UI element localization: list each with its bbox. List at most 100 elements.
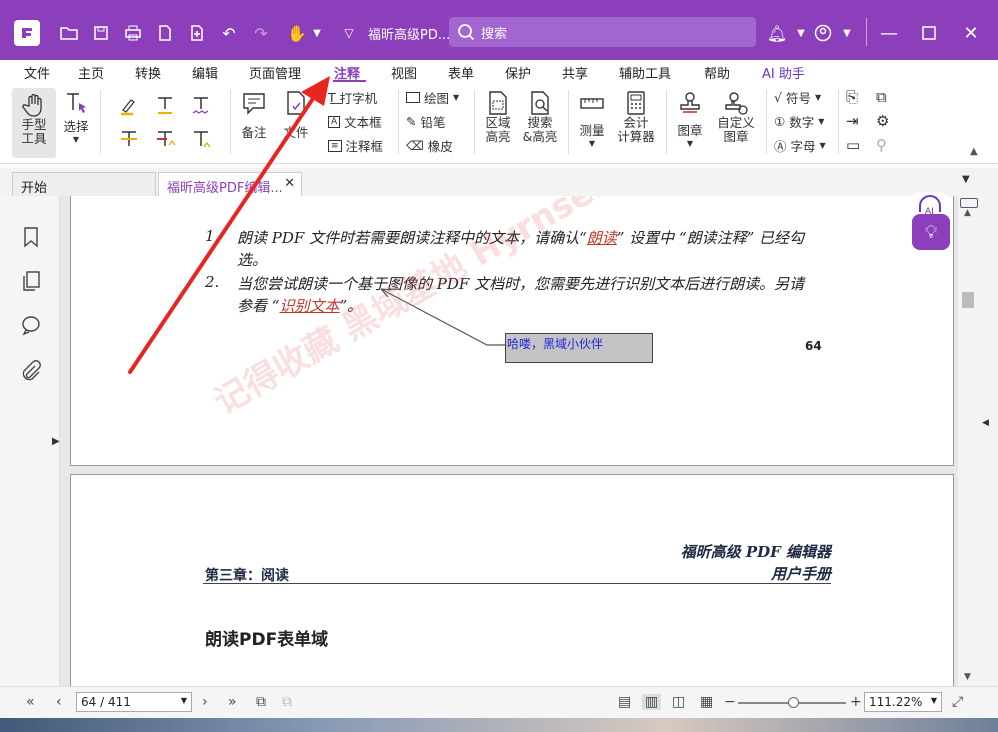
app-logo-icon: [14, 20, 40, 46]
search-highlight-button[interactable]: 搜索 &高亮: [520, 90, 560, 144]
chevron-down-icon: ▼: [686, 139, 694, 148]
menu-accessibility[interactable]: 辅助工具: [619, 63, 671, 82]
redo-icon[interactable]: ↷: [248, 20, 274, 46]
first-page-icon[interactable]: «: [26, 694, 35, 710]
desktop-background: [0, 718, 998, 732]
import-comments-icon[interactable]: ⇥: [846, 112, 859, 130]
zoom-in-icon[interactable]: +: [850, 694, 862, 710]
circled-letter-icon: Ⓐ: [774, 139, 787, 154]
calculator-button[interactable]: 会计 计算器: [614, 90, 658, 144]
chevron-down-icon[interactable]: ▼: [304, 20, 330, 46]
document-title: 福昕高级PD...: [368, 28, 451, 43]
two-page-icon[interactable]: ◫: [672, 694, 685, 710]
zoom-out-icon[interactable]: −: [724, 694, 736, 710]
separator: [766, 90, 767, 154]
menu-share[interactable]: 共享: [562, 63, 588, 82]
separator: [666, 90, 667, 154]
rectangle-icon: [406, 92, 420, 103]
bell-icon[interactable]: 🔔︎: [764, 20, 790, 46]
header-rule: [203, 583, 831, 584]
scroll-up-icon[interactable]: ▲: [964, 208, 971, 218]
show-comments-icon[interactable]: ▭: [846, 136, 860, 154]
custom-stamp-button[interactable]: 自定义 图章: [712, 90, 760, 144]
continuous-page-icon[interactable]: ▥: [642, 694, 662, 710]
separator: [100, 90, 101, 154]
export-comments-icon[interactable]: ⎘: [846, 88, 858, 106]
menu-form[interactable]: 表单: [448, 63, 474, 82]
select-button[interactable]: 选择 ▼: [60, 90, 92, 144]
minimize-icon[interactable]: —: [874, 18, 904, 48]
document-icon[interactable]: [152, 20, 178, 46]
title-bar: ↶ ↷ ✋ ▼ ▽ 福昕高级PD... 搜索 🔔︎ ▼ ▼ — ✕: [0, 0, 998, 60]
draw-button[interactable]: 绘图 ▼: [406, 88, 459, 107]
separator: [568, 90, 569, 154]
lightbulb-icon[interactable]: 💡︎: [912, 214, 950, 250]
menu-ai-assistant[interactable]: AI 助手: [762, 63, 805, 82]
tab-list-chevron-icon[interactable]: ▼: [962, 174, 970, 185]
menu-home[interactable]: 主页: [78, 63, 104, 82]
menu-protect[interactable]: 保护: [505, 63, 531, 82]
hand-tool-button[interactable]: 手型 工具: [12, 88, 56, 158]
two-page-continuous-icon[interactable]: ▦: [700, 694, 713, 710]
fullscreen-icon[interactable]: ⤢: [952, 694, 963, 710]
chevron-down-icon: ▼: [453, 93, 460, 102]
search-input[interactable]: 搜索: [449, 17, 756, 47]
new-document-icon[interactable]: [184, 20, 210, 46]
right-panel: AI 💡︎ ▲ ▼ ◀: [912, 192, 998, 686]
zoom-level-input[interactable]: 111.22% ▼: [864, 692, 942, 712]
page-number-input[interactable]: 64 / 411 ▼: [76, 692, 192, 712]
letter-button[interactable]: Ⓐ 字母 ▼: [774, 136, 826, 155]
panel-toggle-icon[interactable]: [960, 198, 978, 208]
attachment-icon[interactable]: [20, 360, 42, 382]
collapse-right-panel-icon[interactable]: ◀: [982, 418, 989, 428]
comment-settings-icon[interactable]: ⚙︎: [876, 112, 889, 130]
scrollbar-thumb[interactable]: [962, 292, 974, 308]
save-icon[interactable]: [88, 20, 114, 46]
next-page-icon[interactable]: ›: [202, 694, 208, 710]
pencil-button[interactable]: ✎ 铅笔: [406, 112, 446, 131]
undo-icon[interactable]: ↶: [216, 20, 242, 46]
close-icon[interactable]: ✕: [956, 18, 986, 48]
print-icon[interactable]: [120, 20, 146, 46]
maximize-icon[interactable]: [914, 18, 944, 48]
account-icon[interactable]: [810, 20, 836, 46]
summarize-comments-icon[interactable]: ⧉: [876, 88, 887, 106]
eraser-button[interactable]: ⌫ 橡皮: [406, 136, 453, 155]
expand-panel-icon[interactable]: ▶: [52, 436, 60, 447]
eraser-icon: ⌫: [406, 138, 424, 153]
zoom-slider-thumb[interactable]: [788, 697, 799, 708]
collapse-ribbon-icon[interactable]: ▲: [970, 146, 978, 157]
scroll-down-icon[interactable]: ▼: [964, 672, 971, 682]
chevron-down-icon[interactable]: ▼: [834, 20, 860, 46]
menu-file[interactable]: 文件: [24, 63, 50, 82]
single-page-icon[interactable]: ▤: [618, 694, 631, 710]
next-view-icon[interactable]: ⧉: [282, 694, 292, 710]
stamp-icon: [680, 92, 700, 113]
pages-icon[interactable]: [20, 270, 42, 292]
comments-icon[interactable]: [20, 314, 42, 336]
bookmark-icon[interactable]: [20, 226, 42, 248]
menu-view[interactable]: 视图: [391, 63, 417, 82]
previous-view-icon[interactable]: ⧉: [256, 694, 266, 710]
calculator-icon: [627, 91, 645, 115]
customize-dropdown-icon[interactable]: ▽: [336, 20, 362, 46]
number-button[interactable]: ① 数字 ▼: [774, 112, 824, 131]
search-icon: [458, 24, 475, 41]
search-document-icon: [531, 91, 549, 115]
ruler-icon: [580, 98, 604, 109]
select-text-icon: [67, 93, 86, 113]
status-bar: « ‹ 64 / 411 ▼ › » ⧉ ⧉ ▤ ▥ ◫ ▦ − + 111.2…: [0, 686, 998, 718]
hand-icon: [22, 93, 42, 117]
stamp-button[interactable]: 图章 ▼: [672, 90, 708, 148]
last-page-icon[interactable]: »: [228, 694, 237, 710]
previous-page-icon[interactable]: ‹: [56, 694, 62, 710]
callout-annotation[interactable]: 哈喽，黑域小伙伴: [505, 333, 653, 363]
menu-help[interactable]: 帮助: [704, 63, 730, 82]
read-link[interactable]: 朗读: [587, 229, 617, 247]
area-highlight-button[interactable]: 区域 高亮: [480, 90, 516, 144]
open-folder-icon[interactable]: [56, 20, 82, 46]
measure-button[interactable]: 测量 ▼: [574, 90, 610, 148]
pin-icon[interactable]: ⚲: [876, 136, 887, 154]
pdf-page-65: 福昕高级 PDF 编辑器 用户手册 第三章：阅读 朗读PDF表单域: [70, 474, 954, 686]
symbol-button[interactable]: √ 符号 ▼: [774, 88, 821, 107]
